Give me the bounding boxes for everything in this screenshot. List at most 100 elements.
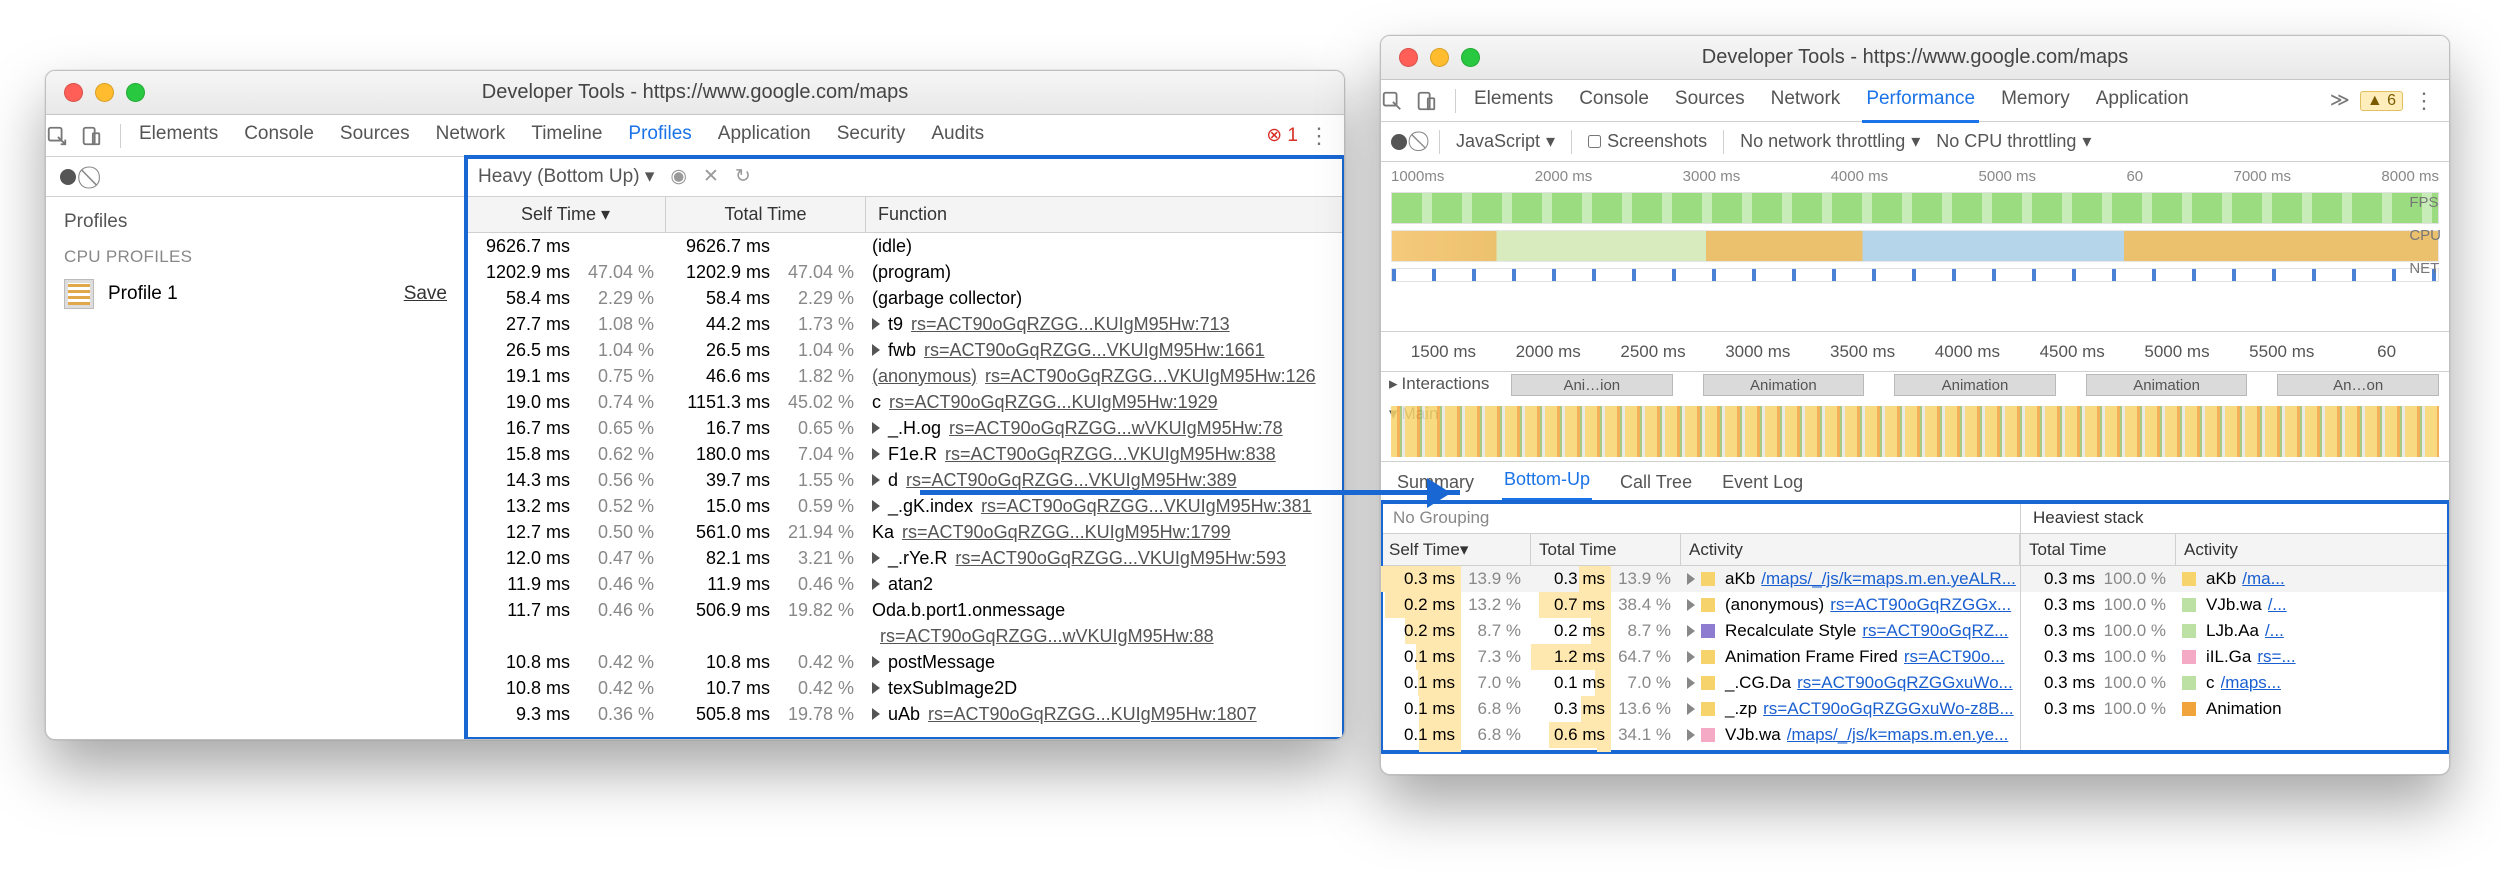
table-row[interactable]: 0.3 ms13.9 %0.3 ms13.9 %aKb/maps/_/js/k=…: [1381, 566, 2020, 592]
col-self-time[interactable]: Self Time ▾: [466, 197, 666, 232]
table-row[interactable]: 0.2 ms13.2 %0.7 ms38.4 %(anonymous)rs=AC…: [1381, 592, 2020, 618]
bottom-tab-event-log[interactable]: Event Log: [1720, 464, 1805, 501]
profile-item[interactable]: Profile 1 Save: [46, 271, 465, 317]
table-row[interactable]: 12.7 ms0.50 %561.0 ms21.94 %Kars=ACT90oG…: [466, 519, 1344, 545]
minimize-icon[interactable]: [95, 83, 114, 102]
source-link[interactable]: rs=ACT90oGqRZGG...KUIgM95Hw:713: [911, 314, 1344, 335]
source-link[interactable]: rs=ACT90o...: [1904, 647, 2020, 667]
tab-application[interactable]: Application: [2092, 79, 2193, 123]
save-link[interactable]: Save: [404, 283, 447, 305]
close-icon[interactable]: [64, 83, 83, 102]
col-self-time[interactable]: Self Time ▾: [1381, 534, 1531, 565]
kebab-icon[interactable]: ⋮: [2413, 88, 2435, 114]
tab-timeline[interactable]: Timeline: [527, 114, 606, 158]
source-link[interactable]: rs=ACT90oGqRZGG...VKUIgM95Hw:126: [985, 366, 1344, 387]
expand-icon[interactable]: [872, 682, 880, 694]
source-link[interactable]: rs=ACT90oGqRZGG...VKUIgM95Hw:389: [906, 470, 1344, 491]
close-icon[interactable]: ✕: [703, 165, 719, 188]
screenshots-checkbox[interactable]: Screenshots: [1588, 131, 1707, 152]
inspect-icon[interactable]: [1381, 90, 1415, 112]
table-row[interactable]: 27.7 ms1.08 %44.2 ms1.73 %t9rs=ACT90oGqR…: [466, 311, 1344, 337]
table-row[interactable]: 19.1 ms0.75 %46.6 ms1.82 %(anonymous)rs=…: [466, 363, 1344, 389]
expand-icon[interactable]: [872, 578, 880, 590]
kebab-icon[interactable]: ⋮: [1308, 123, 1330, 149]
table-row[interactable]: 16.7 ms0.65 %16.7 ms0.65 %_.H.ogrs=ACT90…: [466, 415, 1344, 441]
expand-icon[interactable]: [872, 448, 880, 460]
source-link[interactable]: rs=ACT90oGqRZGG...VKUIgM95Hw:838: [945, 444, 1344, 465]
table-row[interactable]: 1202.9 ms47.04 %1202.9 ms47.04 %(program…: [466, 259, 1344, 285]
expand-icon[interactable]: [1687, 729, 1695, 741]
table-row[interactable]: 10.8 ms0.42 %10.7 ms0.42 %texSubImage2D: [466, 675, 1344, 701]
tab-elements[interactable]: Elements: [135, 114, 222, 158]
col-activity[interactable]: Activity: [2176, 534, 2449, 565]
table-row[interactable]: 0.3 ms100.0 %Animation: [2021, 696, 2449, 722]
minimize-icon[interactable]: [1430, 48, 1449, 67]
record-button[interactable]: [60, 169, 76, 185]
titlebar[interactable]: Developer Tools - https://www.google.com…: [1381, 36, 2449, 80]
table-row[interactable]: 0.3 ms100.0 %iIL.Gars=...: [2021, 644, 2449, 670]
expand-icon[interactable]: [872, 708, 880, 720]
expand-icon[interactable]: [872, 656, 880, 668]
record-button[interactable]: [1391, 134, 1407, 150]
time-ruler[interactable]: 1500 ms2000 ms2500 ms3000 ms3500 ms4000 …: [1381, 332, 2449, 372]
expand-icon[interactable]: [1687, 651, 1695, 663]
table-row[interactable]: 11.7 ms0.46 %506.9 ms19.82 %Oda.b.port1.…: [466, 597, 1344, 623]
table-row[interactable]: 0.1 ms7.3 %1.2 ms64.7 %Animation Frame F…: [1381, 644, 2020, 670]
expand-icon[interactable]: [1687, 573, 1695, 585]
flame-chart[interactable]: ▸ Interactions Ani…ion Animation Animati…: [1381, 372, 2449, 462]
table-row[interactable]: 0.1 ms6.8 %0.6 ms34.1 %VJb.wa/maps/_/js/…: [1381, 722, 2020, 748]
expand-icon[interactable]: [872, 500, 880, 512]
error-badge[interactable]: ⊗ 1: [1266, 124, 1298, 147]
expand-icon[interactable]: [872, 474, 880, 486]
table-row[interactable]: 9626.7 ms9626.7 ms(idle): [466, 233, 1344, 259]
table-row[interactable]: 10.8 ms0.42 %10.8 ms0.42 %postMessage: [466, 649, 1344, 675]
more-tabs-icon[interactable]: ≫: [2330, 89, 2350, 112]
expand-icon[interactable]: [872, 552, 880, 564]
tab-security[interactable]: Security: [833, 114, 910, 158]
device-toggle-icon[interactable]: [80, 125, 114, 147]
col-total-time[interactable]: Total Time: [1531, 534, 1681, 565]
source-link[interactable]: rs=ACT90oGqRZGG...KUIgM95Hw:1929: [889, 392, 1344, 413]
source-link[interactable]: rs=ACT90oGqRZGG...KUIgM95Hw:1799: [902, 522, 1344, 543]
network-throttle-dropdown[interactable]: No network throttling ▾: [1740, 131, 1920, 152]
table-row[interactable]: 0.2 ms8.7 %0.2 ms8.7 %Recalculate Styler…: [1381, 618, 2020, 644]
table-row[interactable]: 0.3 ms100.0 %aKb/ma...: [2021, 566, 2449, 592]
source-link[interactable]: /...: [2265, 621, 2449, 641]
table-row[interactable]: 0.1 ms6.8 %0.1 ms6.8 %_.jirs=ACT90oGqRZG…: [1381, 748, 2020, 752]
bottom-tab-call-tree[interactable]: Call Tree: [1618, 464, 1694, 501]
col-total-time[interactable]: Total Time: [2021, 534, 2176, 565]
source-link[interactable]: rs=ACT90oGqRZGG...wVKUIgM95Hw:88: [880, 626, 1344, 647]
source-link[interactable]: rs=ACT90oGqRZGGxuWo...: [1797, 673, 2020, 693]
table-row[interactable]: 0.1 ms6.8 %0.3 ms13.6 %_.zprs=ACT90oGqRZ…: [1381, 696, 2020, 722]
expand-icon[interactable]: [1687, 677, 1695, 689]
tab-network[interactable]: Network: [432, 114, 510, 158]
col-total-time[interactable]: Total Time: [666, 197, 866, 232]
warning-badge[interactable]: ▲ 6: [2360, 91, 2403, 111]
titlebar[interactable]: Developer Tools - https://www.google.com…: [46, 71, 1344, 115]
source-link[interactable]: rs=ACT90oGqRZGG...VKUIgM95Hw:1661: [924, 340, 1344, 361]
col-function[interactable]: Function: [866, 197, 1344, 232]
source-link[interactable]: rs=ACT90oGqRZGG...VKUIgM95Hw:381: [981, 496, 1344, 517]
tab-audits[interactable]: Audits: [927, 114, 988, 158]
inspect-icon[interactable]: [46, 125, 80, 147]
scope-dropdown[interactable]: JavaScript ▾: [1456, 131, 1555, 152]
source-link[interactable]: rs=ACT90oGqRZGG...KUIgM95Hw:1807: [928, 704, 1344, 725]
bottom-tab-bottom-up[interactable]: Bottom-Up: [1502, 461, 1592, 501]
expand-icon[interactable]: [872, 422, 880, 434]
source-link[interactable]: rs=ACT90oGqRZGGxuWo-z8BL...: [1753, 751, 2020, 752]
expand-icon[interactable]: [1687, 625, 1695, 637]
table-row[interactable]: 0.3 ms100.0 %c/maps...: [2021, 670, 2449, 696]
interactions-track-label[interactable]: ▸ Interactions: [1389, 374, 1489, 394]
source-link[interactable]: rs=...: [2257, 647, 2449, 667]
table-row[interactable]: 58.4 ms2.29 %58.4 ms2.29 %(garbage colle…: [466, 285, 1344, 311]
tab-sources[interactable]: Sources: [1671, 79, 1749, 123]
maximize-icon[interactable]: [126, 83, 145, 102]
refresh-icon[interactable]: ↻: [735, 165, 751, 188]
source-link[interactable]: rs=ACT90oGqRZ...: [1862, 621, 2020, 641]
table-row[interactable]: 0.3 ms100.0 %LJb.Aa/...: [2021, 618, 2449, 644]
table-row[interactable]: 26.5 ms1.04 %26.5 ms1.04 %fwbrs=ACT90oGq…: [466, 337, 1344, 363]
expand-icon[interactable]: [872, 344, 880, 356]
source-link[interactable]: rs=ACT90oGqRZGGx...: [1830, 595, 2020, 615]
tab-application[interactable]: Application: [714, 114, 815, 158]
table-row[interactable]: 11.9 ms0.46 %11.9 ms0.46 %atan2: [466, 571, 1344, 597]
